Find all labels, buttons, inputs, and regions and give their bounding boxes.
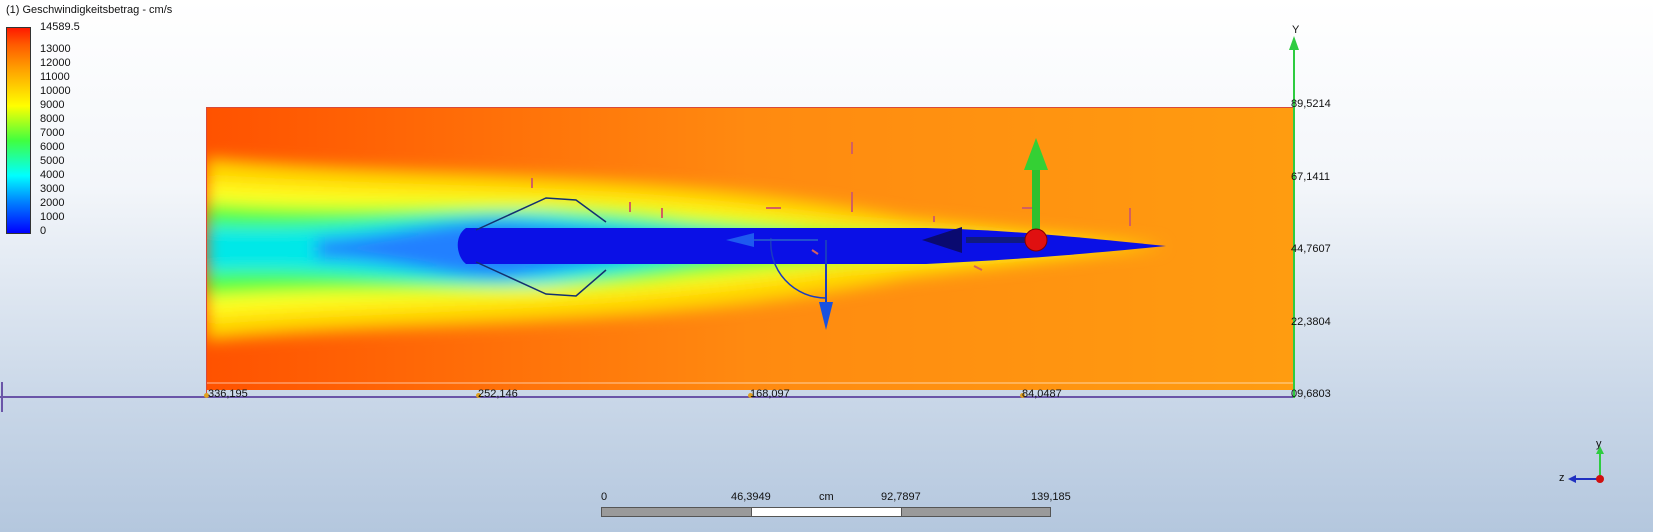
scale-label: 92,7897 bbox=[881, 491, 921, 503]
x-tick-label: 84,0487 bbox=[1022, 388, 1062, 400]
x-axis-cap bbox=[1, 382, 3, 412]
legend-label: 7000 bbox=[40, 127, 65, 139]
y-tick-label: 09,6803 bbox=[1291, 388, 1331, 400]
legend-label: 8000 bbox=[40, 113, 65, 125]
x-tick-label: 168,097 bbox=[750, 388, 790, 400]
legend-label: 9000 bbox=[40, 99, 65, 111]
triad-z-label: z bbox=[1559, 472, 1565, 484]
legend-label: 10000 bbox=[40, 85, 71, 97]
y-axis-arrow bbox=[1289, 36, 1299, 50]
legend-label: 3000 bbox=[40, 183, 65, 195]
legend-label: 12000 bbox=[40, 57, 71, 69]
triad-y-label: y bbox=[1596, 438, 1602, 450]
y-axis-label: Y bbox=[1292, 24, 1300, 36]
x-axis-line bbox=[0, 396, 1294, 398]
x-tick-label: 336,195 bbox=[208, 388, 248, 400]
x-tick-label: 252,146 bbox=[478, 388, 518, 400]
legend-max-label: 14589.5 bbox=[40, 21, 80, 33]
domain-frame bbox=[206, 107, 1294, 397]
legend-label: 13000 bbox=[40, 43, 71, 55]
y-tick-label: 89,5214 bbox=[1291, 98, 1331, 110]
plot-title: (1) Geschwindigkeitsbetrag - cm/s bbox=[6, 4, 173, 16]
legend-label: 11000 bbox=[40, 71, 70, 83]
legend-label: 5000 bbox=[40, 155, 65, 167]
y-tick-label: 22,3804 bbox=[1291, 316, 1331, 328]
legend-label: 6000 bbox=[40, 141, 65, 153]
y-tick-label: 67,1411 bbox=[1291, 171, 1330, 183]
y-tick-label: 44,7607 bbox=[1291, 243, 1331, 255]
triad-icon bbox=[1568, 446, 1604, 483]
legend-label: 2000 bbox=[40, 197, 65, 209]
legend-label: 1000 bbox=[40, 211, 65, 223]
scale-label: 0 bbox=[601, 491, 608, 503]
legend-colorbar bbox=[6, 27, 31, 234]
scale-label: 46,3949 bbox=[731, 491, 771, 503]
scale-segment bbox=[751, 507, 902, 517]
scale-segment bbox=[901, 507, 1051, 517]
legend-label: 4000 bbox=[40, 169, 65, 181]
scale-segment bbox=[601, 507, 752, 517]
legend-label: 0 bbox=[40, 225, 47, 237]
scale-unit-label: cm bbox=[819, 491, 834, 503]
scale-label: 139,185 bbox=[1031, 491, 1071, 503]
